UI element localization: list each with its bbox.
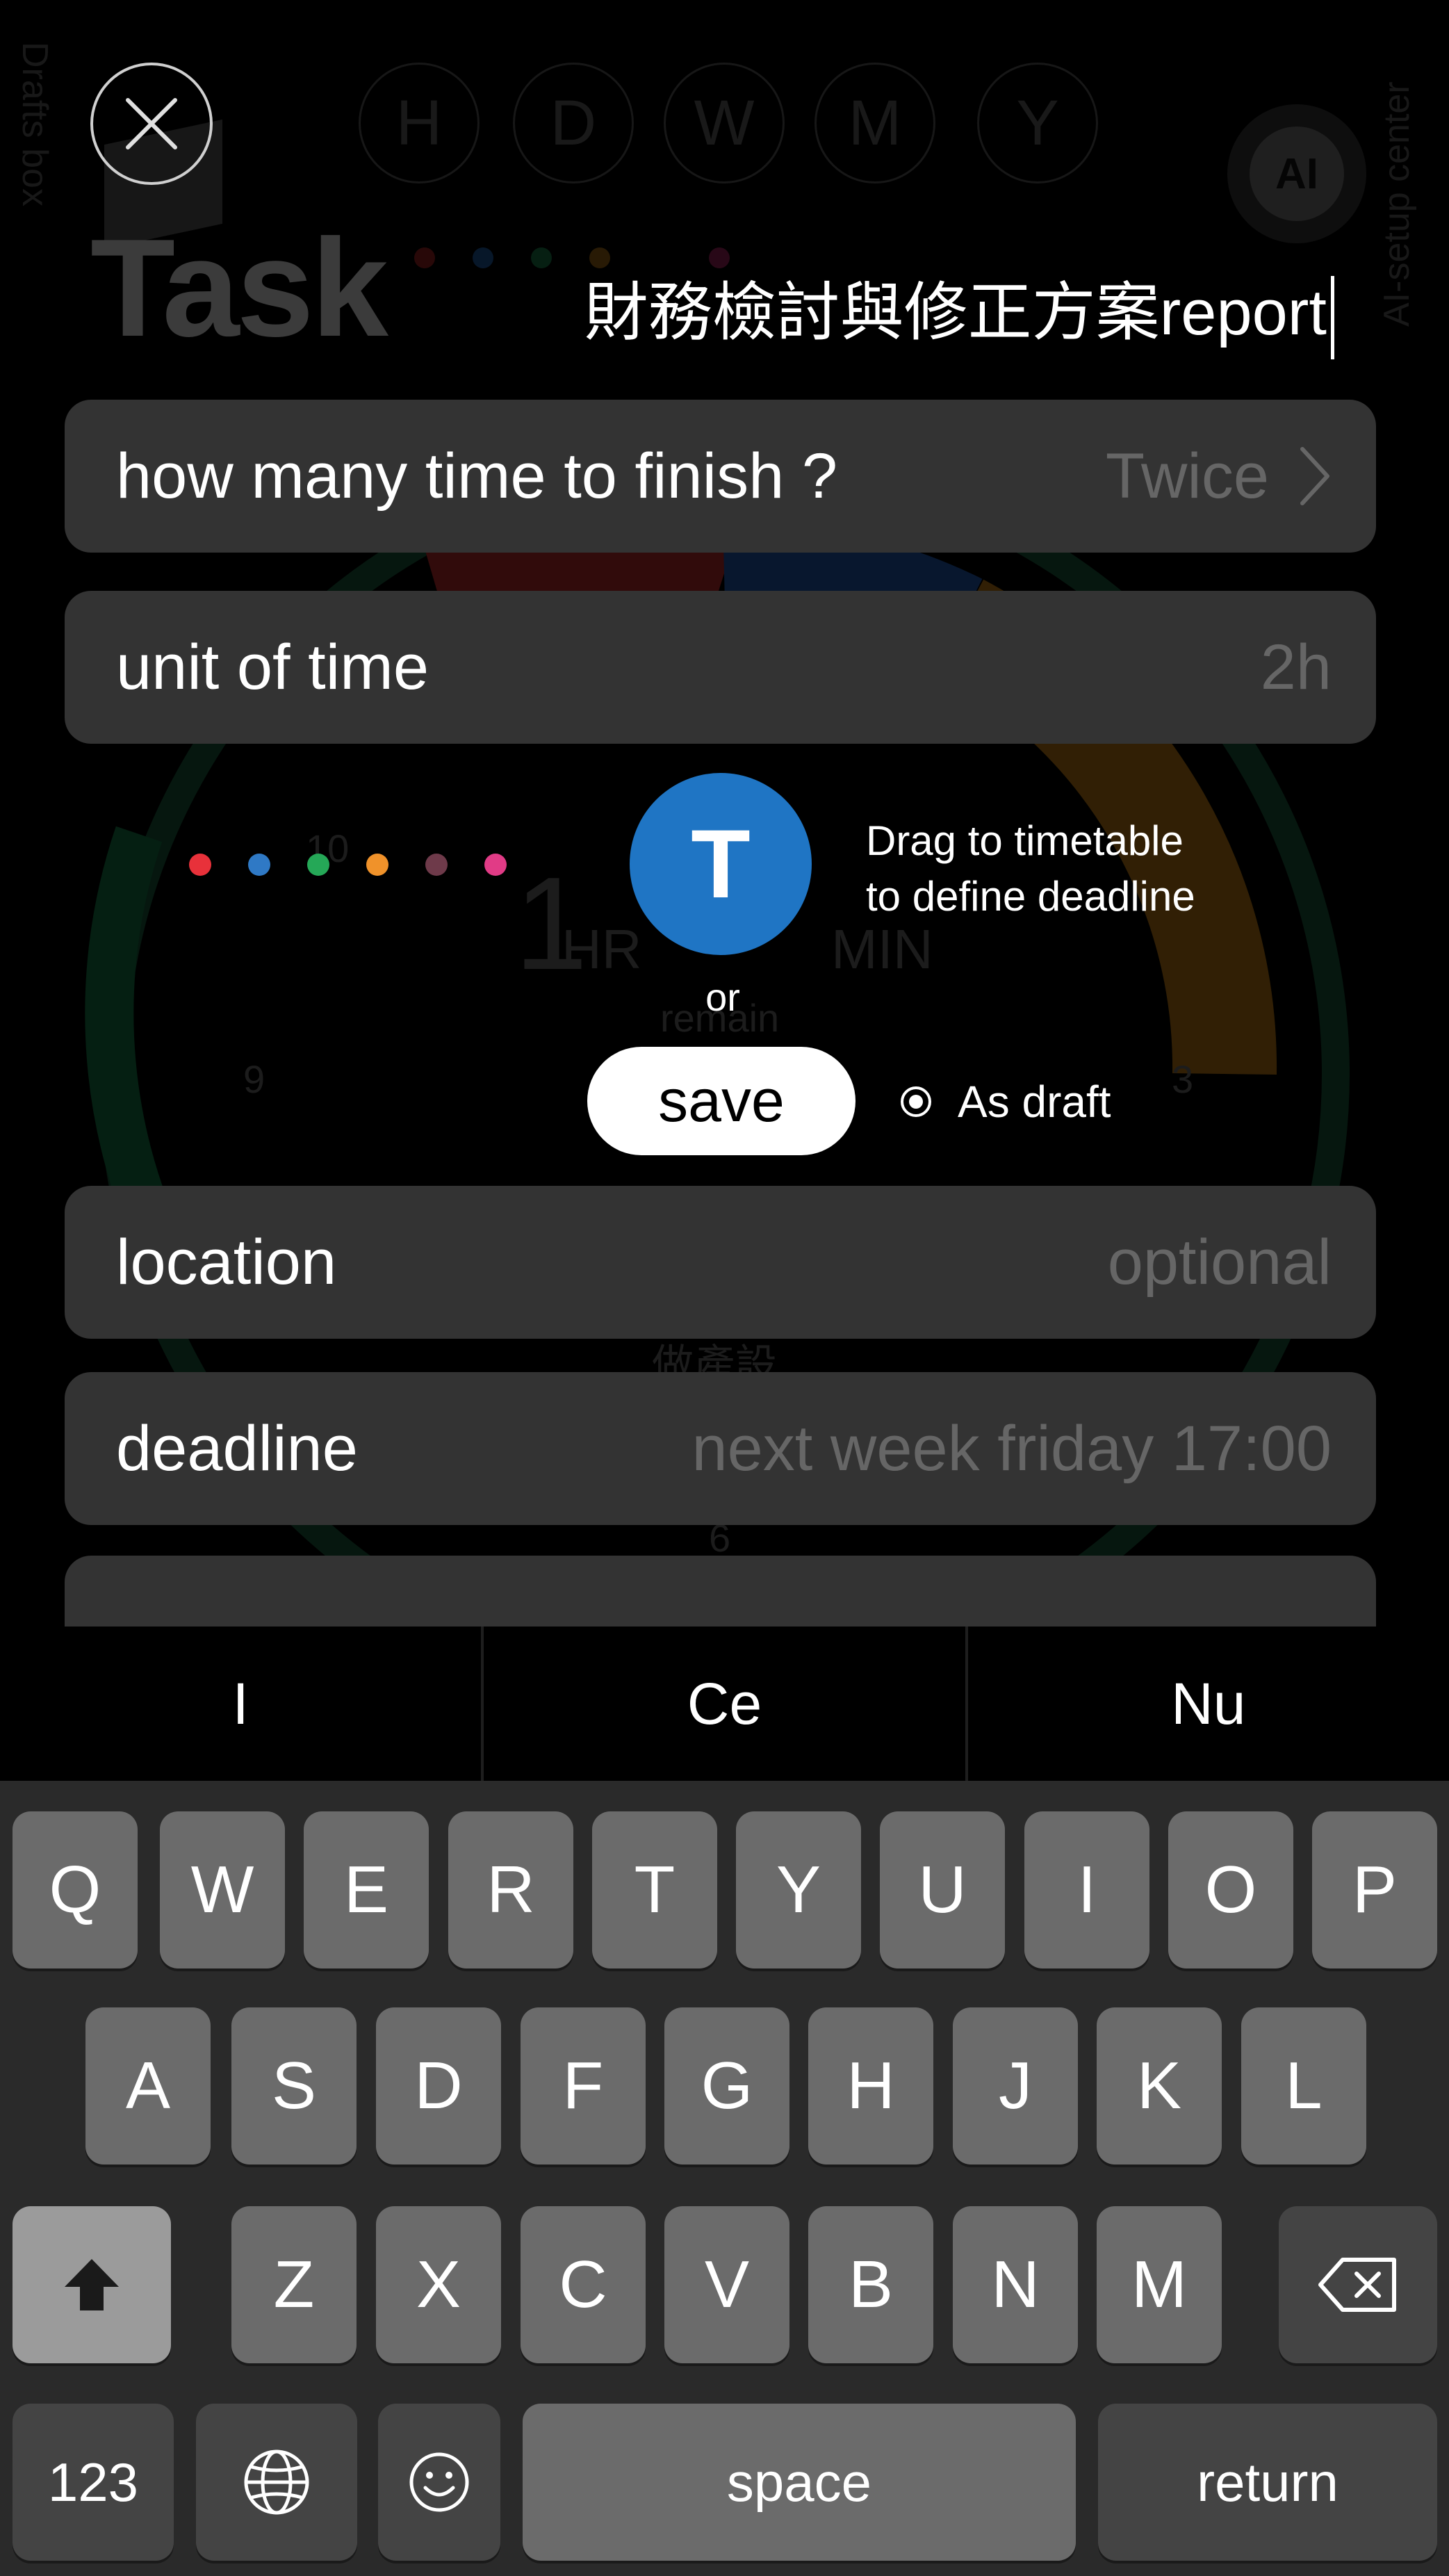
key-v[interactable]: V [664,2206,789,2363]
key-u[interactable]: U [880,1811,1005,1968]
or-label: or [705,975,740,1019]
emoji-icon [409,2452,469,2512]
unit-of-time-label: unit of time [116,631,429,703]
suggestion-2[interactable]: Ce [484,1627,968,1781]
location-placeholder: optional [1107,1226,1332,1298]
ai-setup-button: AI [1227,104,1366,243]
task-title-input[interactable]: 財務檢討與修正方案report [486,264,1334,361]
background-title: Task [90,211,388,366]
suggestion-3[interactable]: Nu [968,1627,1449,1781]
close-icon [126,98,177,149]
key-c[interactable]: C [521,2206,646,2363]
period-hour: H [359,63,480,184]
backspace-icon [1318,2258,1396,2312]
emoji-key[interactable] [378,2404,500,2561]
close-button[interactable] [90,63,213,185]
color-dot-blue[interactable] [248,854,270,876]
unit-of-time-value: 2h [1260,631,1332,703]
return-key[interactable]: return [1098,2404,1437,2561]
key-m[interactable]: M [1097,2206,1222,2363]
period-day: D [513,63,634,184]
key-i[interactable]: I [1024,1811,1149,1968]
deadline-row[interactable]: deadline next week friday 17:00 [65,1372,1376,1525]
text-caret [1331,275,1334,359]
color-dot-green[interactable] [307,854,329,876]
location-label: location [116,1226,337,1298]
key-g[interactable]: G [664,2007,789,2165]
color-dot-pink[interactable] [484,854,507,876]
times-to-finish-label: how many time to finish ? [116,440,838,512]
keyboard: Q W E R T Y U I O P A S D F G H J K L Z … [0,1781,1449,2576]
clock-nine: 9 [243,1057,265,1101]
period-year: Y [977,63,1098,184]
key-r[interactable]: R [448,1811,573,1968]
times-to-finish-row[interactable]: how many time to finish ? Twice [65,400,1376,553]
color-dot-red[interactable] [189,854,211,876]
numbers-key[interactable]: 123 [13,2404,174,2561]
key-d[interactable]: D [376,2007,501,2165]
deadline-placeholder: next week friday 17:00 [691,1412,1332,1484]
key-e[interactable]: E [304,1811,429,1968]
key-k[interactable]: K [1097,2007,1222,2165]
shift-key[interactable] [13,2206,171,2363]
times-to-finish-value: Twice [1105,440,1269,512]
key-f[interactable]: F [521,2007,646,2165]
key-j[interactable]: J [953,2007,1078,2165]
shift-icon [65,2259,119,2310]
key-a[interactable]: A [85,2007,211,2165]
key-q[interactable]: Q [13,1811,138,1968]
keyboard-suggestion-bar: I Ce Nu [0,1627,1449,1781]
key-s[interactable]: S [231,2007,357,2165]
globe-icon [244,2449,309,2515]
location-row[interactable]: location optional [65,1186,1376,1339]
save-button[interactable]: save [587,1047,856,1155]
ai-setup-center-label: AI-setup center [1377,81,1417,327]
key-w[interactable]: W [160,1811,285,1968]
task-title-text: 財務檢討與修正方案report [584,277,1327,348]
drag-to-timetable-button[interactable]: T [630,773,812,955]
deadline-label: deadline [116,1412,358,1484]
color-dot-orange[interactable] [366,854,388,876]
key-n[interactable]: N [953,2206,1078,2363]
backspace-key[interactable] [1279,2206,1437,2363]
clock-min-label: MIN [831,918,933,980]
drafts-box-label: Drafts box [15,42,55,206]
key-y[interactable]: Y [736,1811,861,1968]
key-o[interactable]: O [1168,1811,1293,1968]
color-dot-maroon[interactable] [425,854,448,876]
key-x[interactable]: X [376,2206,501,2363]
key-p[interactable]: P [1312,1811,1437,1968]
globe-key[interactable] [196,2404,357,2561]
unit-of-time-row[interactable]: unit of time 2h [65,591,1376,744]
key-t[interactable]: T [592,1811,717,1968]
clock-hr-label: HR [562,918,642,980]
key-h[interactable]: H [808,2007,933,2165]
as-draft-radio[interactable] [901,1086,931,1117]
space-key[interactable]: space [523,2404,1076,2561]
period-week: W [664,63,785,184]
drag-hint: Drag to timetable to define deadline [866,817,1195,920]
clock-three: 3 [1172,1057,1194,1101]
period-month: M [814,63,935,184]
suggestion-1[interactable]: I [0,1627,484,1781]
as-draft-label: As draft [958,1077,1111,1127]
key-z[interactable]: Z [231,2206,357,2363]
key-b[interactable]: B [808,2206,933,2363]
key-l[interactable]: L [1241,2007,1366,2165]
as-draft-option[interactable]: As draft [901,1076,1111,1127]
chevron-right-icon [1300,447,1329,505]
